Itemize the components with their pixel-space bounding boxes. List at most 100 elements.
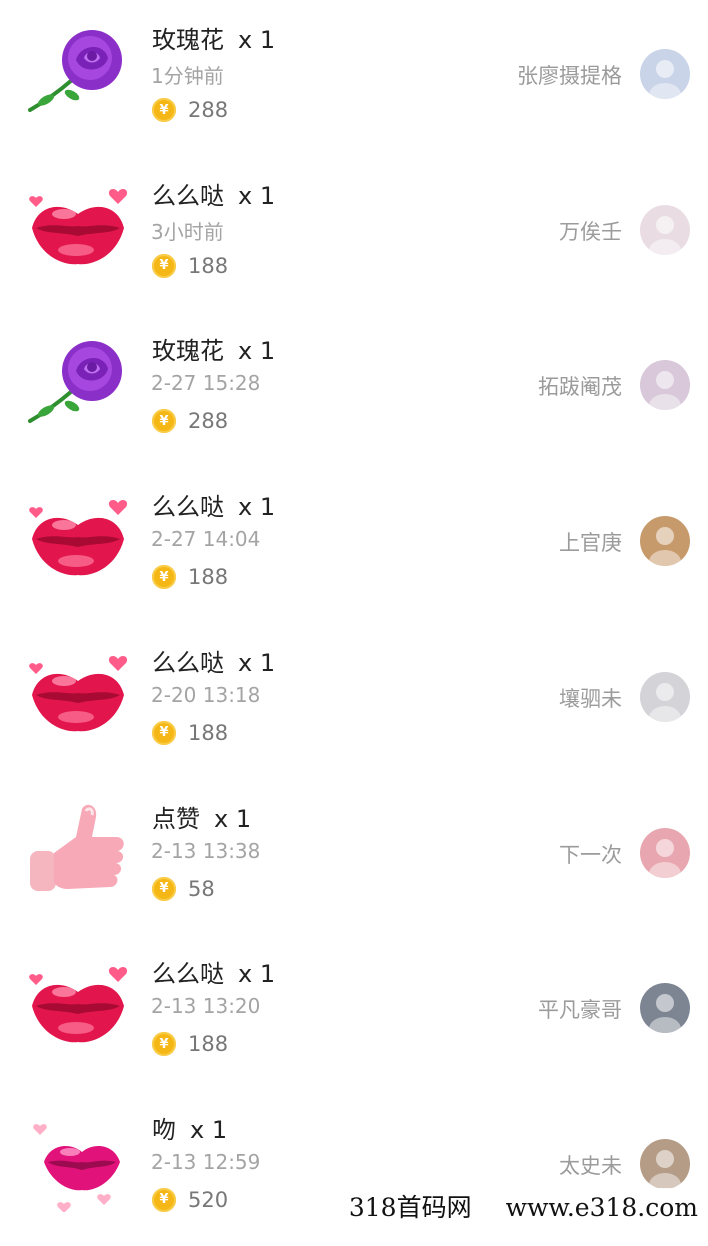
sender-name[interactable]: 张廖摄提格 (517, 60, 622, 90)
gift-price: ¥ 288 (152, 94, 228, 126)
gift-icon (24, 956, 132, 1056)
gift-title: 么么哒 x 1 (152, 176, 275, 211)
gift-title: 么么哒 x 1 (152, 954, 275, 989)
gift-price: ¥ 188 (152, 717, 228, 749)
gift-price: ¥ 188 (152, 561, 228, 593)
coin-icon: ¥ (152, 1032, 176, 1057)
gift-title: 么么哒 x 1 (152, 487, 275, 522)
gift-icon (24, 333, 132, 433)
gift-icon (24, 489, 132, 589)
lips-icon (33, 1124, 120, 1213)
avatar-image (640, 204, 690, 255)
gift-title: 玫瑰花 x 1 (152, 331, 275, 366)
gift-record-row[interactable]: 玫瑰花 x 1 1分钟前 ¥ 288 张廖摄提格 (0, 0, 708, 156)
avatar[interactable] (640, 49, 690, 99)
gift-icon (24, 1112, 132, 1213)
gift-price: ¥ 188 (152, 250, 228, 282)
watermark-right: www.e318.com (505, 1193, 698, 1222)
gift-name: 点赞 (152, 804, 200, 833)
avatar-image (640, 827, 690, 878)
coin-icon: ¥ (152, 98, 176, 122)
gift-time: 2-13 12:59 (151, 1149, 261, 1174)
gift-name: 么么哒 (152, 648, 224, 677)
avatar-image (640, 671, 690, 722)
gift-icon (24, 22, 132, 122)
price-value: 58 (188, 876, 215, 901)
coin-icon: ¥ (152, 720, 176, 745)
price-value: 188 (188, 720, 229, 745)
avatar-image (640, 516, 690, 567)
price-value: 288 (188, 98, 229, 122)
kiss-icon (29, 967, 128, 1043)
coin-icon: ¥ (152, 253, 176, 278)
gift-name: 吻 (152, 1115, 176, 1144)
gift-record-row[interactable]: 么么哒 x 1 2-27 14:04 ¥ 188 上官庚 (0, 467, 708, 623)
watermark-left: 318首码网 (348, 1193, 472, 1222)
kiss-icon (29, 655, 128, 732)
watermark: 318首码网 www.e318.com (342, 1188, 704, 1222)
gift-count: x 1 (238, 493, 276, 522)
gift-title: 吻 x 1 (152, 1110, 227, 1145)
kiss-icon (29, 188, 128, 264)
sender-name[interactable]: 拓跋阉茂 (538, 371, 622, 401)
sender-name[interactable]: 太史未 (559, 1150, 622, 1180)
price-value: 520 (188, 1187, 229, 1212)
gift-record-row[interactable]: 么么哒 x 1 3小时前 ¥ 188 万俟壬 (0, 156, 708, 312)
price-value: 188 (188, 565, 229, 590)
gift-title: 点赞 x 1 (152, 799, 251, 834)
gift-record-row[interactable]: 么么哒 x 1 2-13 13:20 ¥ 188 平凡豪哥 (0, 934, 708, 1090)
sender-name[interactable]: 下一次 (559, 839, 622, 869)
avatar[interactable] (640, 204, 690, 255)
coin-icon: ¥ (152, 1187, 176, 1212)
avatar-image (640, 983, 690, 1034)
gift-price: ¥ 288 (152, 405, 228, 437)
kiss-icon (29, 500, 128, 576)
gift-name: 玫瑰花 (152, 26, 224, 54)
gift-time: 2-13 13:20 (151, 994, 261, 1019)
gift-name: 么么哒 (152, 960, 224, 989)
sender-name[interactable]: 万俟壬 (559, 216, 622, 246)
gift-count: x 1 (238, 26, 276, 54)
rose-icon (28, 30, 122, 112)
avatar-image (640, 49, 690, 99)
avatar-image (640, 360, 690, 411)
avatar[interactable] (640, 516, 690, 567)
gift-count: x 1 (214, 804, 252, 833)
gift-icon (24, 801, 132, 901)
avatar[interactable] (640, 827, 690, 878)
gift-icon (24, 645, 132, 745)
gift-count: x 1 (238, 648, 276, 677)
gift-record-row[interactable]: 么么哒 x 1 2-20 13:18 ¥ 188 壤驷未 (0, 623, 708, 779)
gift-record-row[interactable]: 点赞 x 1 2-13 13:38 ¥ 58 下一次 (0, 779, 708, 935)
gift-record-row[interactable]: 吻 x 1 2-13 12:59 ¥ 520 太史未 (0, 1090, 708, 1246)
gift-record-row[interactable]: 玫瑰花 x 1 2-27 15:28 ¥ 288 拓跋阉茂 (0, 311, 708, 467)
sender-name[interactable]: 上官庚 (559, 527, 622, 557)
gift-price: ¥ 520 (152, 1184, 228, 1216)
avatar[interactable] (640, 1138, 690, 1189)
gift-time: 2-13 13:38 (151, 838, 261, 863)
gift-time: 2-20 13:18 (151, 682, 261, 707)
gift-count: x 1 (238, 181, 276, 210)
gift-title: 么么哒 x 1 (152, 643, 275, 678)
gift-name: 么么哒 (152, 493, 224, 522)
avatar-image (640, 1138, 690, 1189)
rose-icon (28, 341, 122, 424)
gift-time: 3小时前 (151, 219, 224, 244)
gift-count: x 1 (190, 1115, 228, 1144)
sender-name[interactable]: 平凡豪哥 (538, 994, 622, 1024)
avatar[interactable] (640, 671, 690, 722)
sender-name[interactable]: 壤驷未 (559, 683, 622, 713)
gift-count: x 1 (238, 337, 276, 366)
gift-price: ¥ 58 (152, 873, 215, 905)
gift-title: 玫瑰花 x 1 (152, 20, 275, 55)
gift-count: x 1 (238, 960, 276, 989)
avatar[interactable] (640, 360, 690, 411)
avatar[interactable] (640, 983, 690, 1034)
price-value: 188 (188, 253, 229, 278)
gift-name: 么么哒 (152, 181, 224, 210)
gift-time: 1分钟前 (151, 64, 224, 88)
gift-icon (24, 178, 132, 278)
thumbs-up-icon (30, 804, 124, 891)
coin-icon: ¥ (152, 876, 176, 901)
gift-price: ¥ 188 (152, 1028, 228, 1060)
